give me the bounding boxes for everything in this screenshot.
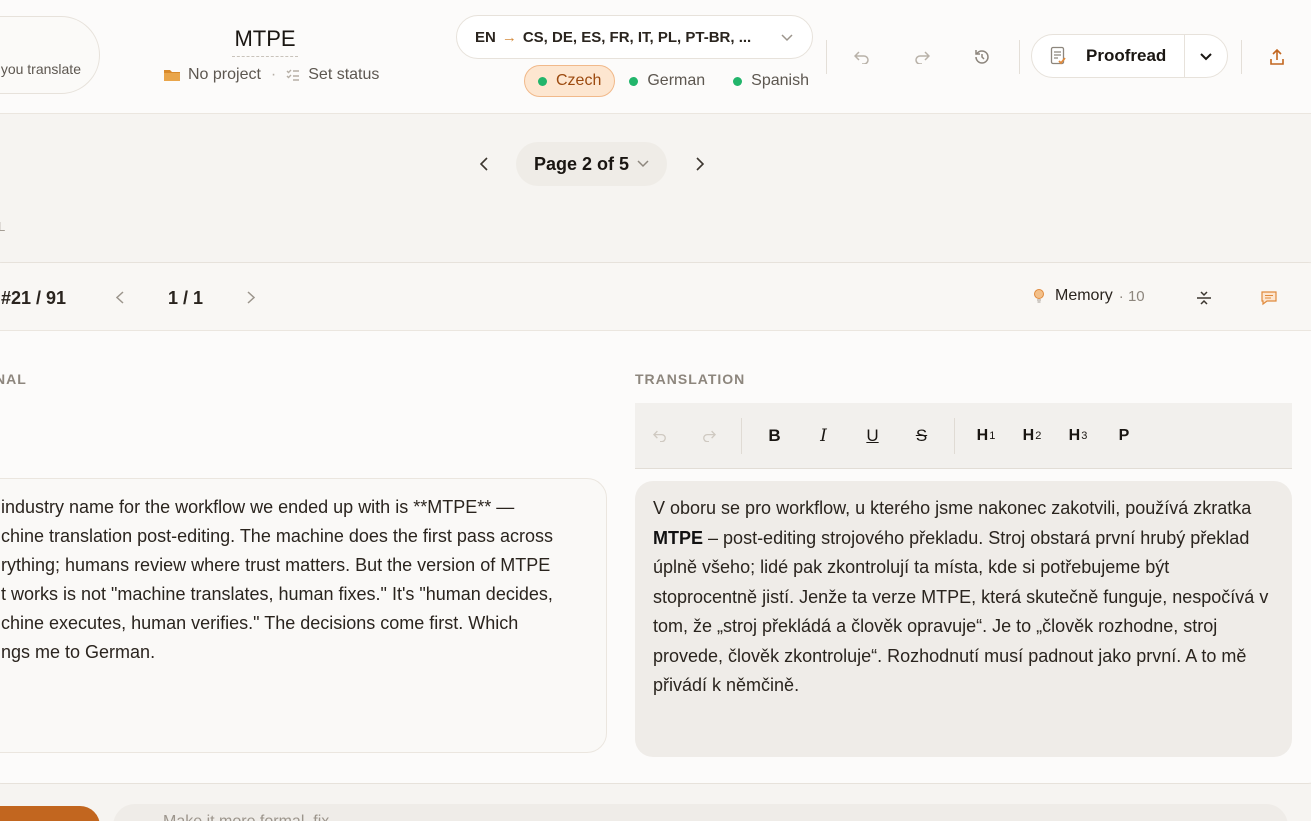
proofread-dropdown[interactable] [1185, 52, 1227, 61]
chevron-right-icon[interactable] [685, 150, 713, 178]
tab-czech[interactable]: Czech [524, 65, 616, 97]
h2-level: 2 [1035, 429, 1042, 442]
proofread-button[interactable]: Proofread [1031, 34, 1228, 78]
original-line: industry name for the workflow we ended … [1, 497, 515, 517]
heading-1-button[interactable]: H1 [963, 416, 1009, 456]
folder-icon [163, 68, 181, 82]
chevron-down-icon [637, 160, 649, 168]
divider [1241, 40, 1242, 74]
page-pagination: Page 2 of 5 [470, 142, 713, 186]
history-icon[interactable] [969, 44, 995, 70]
original-line: ngs me to German. [1, 642, 156, 662]
translation-editor[interactable]: V oboru se pro workflow, u kterého jsme … [635, 481, 1292, 757]
document-title[interactable]: MTPE [232, 26, 298, 57]
status-dot [733, 76, 743, 86]
project-link[interactable]: No project [188, 66, 261, 84]
segment-card: #21 / 91 1 / 1 Memory · 10 NAL TRANSLATI… [0, 262, 1311, 784]
top-bar: you translate MTPE No project · Set stat… [0, 0, 1311, 114]
proofread-main[interactable]: Proofread [1032, 35, 1184, 77]
segment-bar: #21 / 91 1 / 1 Memory · 10 [0, 263, 1311, 331]
divider [1019, 40, 1020, 74]
toolbar-divider [741, 417, 742, 454]
tab-label: Czech [556, 72, 602, 89]
lightbulb-icon [1033, 288, 1055, 304]
translate-hint-label: you translate [0, 61, 81, 77]
heading-2-button[interactable]: H2 [1009, 416, 1055, 456]
export-icon[interactable] [1264, 44, 1290, 70]
page-label: Page 2 of 5 [534, 153, 630, 174]
tab-german[interactable]: German [615, 65, 719, 97]
page-select[interactable]: Page 2 of 5 [516, 142, 668, 186]
arrow-right-icon: → [501, 28, 517, 46]
h1-letter: H [976, 426, 989, 444]
translate-hint-pill[interactable]: you translate [0, 16, 100, 94]
proofread-doc-icon [1050, 46, 1086, 66]
status-list-icon [286, 68, 300, 82]
collapse-icon[interactable] [1191, 285, 1217, 311]
translation-text-rest: – post-editing strojového překladu. Stro… [653, 527, 1269, 696]
redo-icon[interactable] [684, 416, 733, 456]
meta-separator: · [270, 66, 277, 83]
chevron-down-icon [1199, 52, 1213, 61]
divider [826, 40, 827, 74]
strikethrough-button[interactable]: S [897, 416, 946, 456]
italic-button[interactable]: I [799, 416, 848, 456]
document-meta: No project · Set status [163, 66, 379, 84]
tab-label: Spanish [751, 72, 809, 89]
sub-segment-counter: 1 / 1 [168, 288, 204, 308]
original-text: industry name for the workflow we ended … [0, 478, 607, 753]
translation-text-bold: MTPE [653, 527, 704, 548]
memory-label: Memory [1055, 287, 1113, 304]
status-dot [629, 76, 639, 86]
original-line: rything; humans review where trust matte… [1, 555, 551, 575]
h1-level: 1 [989, 429, 996, 442]
original-line: chine translation post-editing. The mach… [1, 526, 553, 546]
original-label: NAL [0, 371, 27, 387]
language-tabs: Czech German Spanish [524, 64, 816, 98]
segment-counter: #21 / 91 [1, 288, 67, 308]
heading-3-button[interactable]: H3 [1055, 416, 1101, 456]
chevron-right-icon[interactable] [239, 285, 263, 309]
tab-spanish[interactable]: Spanish [719, 65, 816, 97]
source-language: EN [475, 28, 496, 46]
proofread-label: Proofread [1086, 46, 1167, 65]
target-languages: CS, DE, ES, FR, IT, PL, PT-BR, ... [522, 28, 752, 46]
language-pair-select[interactable]: EN → CS, DE, ES, FR, IT, PL, PT-BR, ... [456, 15, 813, 59]
instruction-input[interactable]: Make it more formal, fix... [113, 804, 1288, 821]
memory-button[interactable]: Memory · 10 [1033, 287, 1145, 305]
comment-icon[interactable] [1256, 285, 1282, 311]
section-label: L [0, 219, 7, 234]
toolbar-divider [954, 417, 955, 454]
h3-letter: H [1068, 426, 1081, 444]
set-status-link[interactable]: Set status [308, 66, 379, 84]
translation-label: TRANSLATION [635, 371, 746, 387]
status-dot [538, 76, 547, 86]
original-line: chine executes, human verifies." The dec… [1, 613, 519, 633]
chevron-left-icon[interactable] [108, 285, 132, 309]
undo-icon[interactable] [635, 416, 684, 456]
translation-text-intro: V oboru se pro workflow, u kterého jsme … [653, 498, 1252, 518]
bold-button[interactable]: B [750, 416, 799, 456]
chevron-left-icon[interactable] [470, 150, 498, 178]
redo-icon[interactable] [909, 44, 935, 70]
undo-icon[interactable] [849, 44, 875, 70]
underline-button[interactable]: U [848, 416, 897, 456]
memory-count: · 10 [1118, 287, 1145, 305]
editor-toolbar: B I U S H1 H2 H3 P [635, 403, 1292, 469]
h2-letter: H [1022, 426, 1035, 444]
apply-button[interactable] [0, 806, 100, 821]
chevron-down-icon [780, 33, 794, 42]
tab-label: German [647, 72, 706, 89]
paragraph-button[interactable]: P [1101, 416, 1147, 456]
h3-level: 3 [1081, 429, 1088, 442]
original-line: t works is not "machine translates, huma… [1, 584, 553, 604]
